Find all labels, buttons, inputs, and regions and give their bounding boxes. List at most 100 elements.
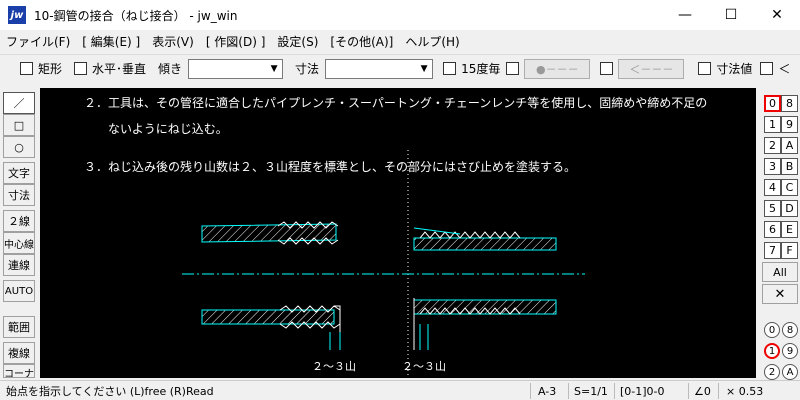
menu-bar: ファイル(F) [ 編集(E) ] 表示(V) [ 作図(D) ] 設定(S) …	[0, 30, 800, 52]
lower-right-pipe	[413, 298, 557, 350]
double-line-tool[interactable]: ２線	[3, 210, 35, 232]
chevron-down-icon[interactable]: ▼	[416, 60, 432, 78]
horiz-vert-checkbox[interactable]	[74, 62, 88, 75]
thread-count-label-left: ２～３山	[312, 360, 356, 373]
arrow-line-button[interactable]: ＜－－－	[618, 58, 685, 79]
menu-settings[interactable]: 設定(S)	[277, 33, 318, 50]
status-message: 始点を指示してください (L)free (R)Read	[6, 385, 214, 398]
layer-group-button-9[interactable]: 9	[782, 343, 798, 359]
dim-group: 寸法	[295, 60, 319, 77]
thread-count-label-right: ２～３山	[402, 360, 446, 373]
layer-button-f[interactable]: F	[781, 242, 798, 259]
layer-button-9[interactable]: 9	[781, 116, 798, 133]
chevron-down-icon[interactable]: ▼	[266, 60, 282, 78]
dim-value-label: 寸法値	[716, 62, 753, 76]
upper-right-pipe	[413, 227, 557, 251]
minimize-button[interactable]: —	[662, 0, 708, 30]
slope-label: 傾き	[158, 62, 183, 76]
lt-option[interactable]: ＜	[760, 60, 790, 77]
close-button[interactable]: ✕	[754, 0, 800, 30]
layer-button-3[interactable]: 3	[764, 158, 781, 175]
range-tool[interactable]: 範囲	[3, 316, 35, 338]
layer-button-b[interactable]: B	[781, 158, 798, 175]
dot-line-button[interactable]: ●－－－	[524, 58, 591, 79]
layer-button-a[interactable]: A	[781, 137, 798, 154]
layer-button-c[interactable]: C	[781, 179, 798, 196]
app-icon: jw	[8, 6, 26, 24]
layer-button-7[interactable]: 7	[764, 242, 781, 259]
scale-display[interactable]: S=1/1	[574, 383, 608, 399]
layer-display[interactable]: [0-1]0-0	[620, 383, 665, 399]
left-tool-panel: ／ □ ○ 文字 寸法 ２線 中心線 連線 AUTO 範囲 複線 コーナー	[0, 88, 38, 378]
layer-button-d[interactable]: D	[781, 200, 798, 217]
layer-button-2[interactable]: 2	[764, 137, 781, 154]
zoom-display[interactable]: × 0.53	[726, 383, 763, 399]
deg15-label: 15度毎	[461, 62, 501, 76]
rect-option[interactable]: 矩形	[20, 60, 62, 77]
maximize-button[interactable]: ☐	[708, 0, 754, 30]
dot-line-checkbox[interactable]	[506, 62, 520, 75]
drawing-canvas[interactable]: ２．工具は、その管径に適合したパイプレンチ・スーパートング・チェーンレンチ等を使…	[40, 88, 756, 378]
layer-group-button-1[interactable]: 1	[764, 343, 780, 359]
deg15-option[interactable]: 15度毎	[443, 60, 500, 77]
dim-value-option[interactable]: 寸法値	[698, 60, 752, 77]
status-divider	[530, 383, 531, 399]
dim-value-checkbox[interactable]	[698, 62, 712, 75]
status-bar: 始点を指示してください (L)free (R)Read A-3 S=1/1 [0…	[0, 380, 800, 400]
dim-combo[interactable]: ▼	[325, 58, 434, 79]
menu-view[interactable]: 表示(V)	[152, 33, 194, 50]
line-tool[interactable]: ／	[3, 92, 35, 114]
rect-checkbox[interactable]	[20, 62, 33, 75]
all-layers-button[interactable]: All	[762, 262, 798, 282]
circle-tool[interactable]: ○	[3, 136, 35, 158]
layer-panel: 0 8 1 9 2 A 3 B 4 C 5 D 6 E 7 F All ✕ 0 …	[760, 88, 800, 380]
corner-tool[interactable]: コーナー	[3, 364, 35, 378]
menu-draw[interactable]: [ 作図(D) ]	[206, 33, 266, 50]
lt-checkbox[interactable]	[760, 62, 774, 75]
menu-edit[interactable]: [ 編集(E) ]	[82, 33, 140, 50]
pipe-drawing	[182, 150, 585, 378]
layer-group-button-0[interactable]: 0	[764, 322, 780, 338]
window-controls: — ☐ ✕	[662, 0, 800, 30]
slope-group: 傾き	[158, 60, 182, 77]
horiz-vert-option[interactable]: 水平･垂直	[74, 60, 146, 77]
text-tool[interactable]: 文字	[3, 162, 35, 184]
menu-file[interactable]: ファイル(F)	[6, 33, 70, 50]
layer-button-1[interactable]: 1	[764, 116, 781, 133]
upper-left-pipe	[201, 221, 339, 245]
title-bar: jw 10-鋼管の接合（ねじ接合） - jw_win — ☐ ✕	[0, 0, 800, 30]
menu-other[interactable]: [その他(A)]	[330, 33, 393, 50]
lt-label: ＜	[778, 62, 791, 76]
offset-line-tool[interactable]: 複線	[3, 342, 35, 364]
layer-button-5[interactable]: 5	[764, 200, 781, 217]
connect-line-tool[interactable]: 連線	[3, 254, 35, 276]
layer-button-6[interactable]: 6	[764, 221, 781, 238]
layer-group-button-2[interactable]: 2	[764, 364, 780, 380]
deg15-checkbox[interactable]	[443, 62, 457, 75]
layer-group-button-8[interactable]: 8	[782, 322, 798, 338]
center-line-tool[interactable]: 中心線	[3, 232, 35, 254]
auto-tool[interactable]: AUTO	[3, 280, 35, 302]
status-divider	[718, 383, 719, 399]
rect-tool[interactable]: □	[3, 114, 35, 136]
status-divider	[614, 383, 615, 399]
layer-button-4[interactable]: 4	[764, 179, 781, 196]
window-title: 10-鋼管の接合（ねじ接合） - jw_win	[34, 8, 238, 23]
paper-size[interactable]: A-3	[538, 383, 556, 399]
layer-button-0[interactable]: 0	[764, 95, 781, 112]
menu-help[interactable]: ヘルプ(H)	[405, 33, 459, 50]
lower-left-pipe	[201, 305, 341, 350]
slope-combo[interactable]: ▼	[188, 58, 284, 79]
layer-button-8[interactable]: 8	[781, 95, 798, 112]
layer-button-e[interactable]: E	[781, 221, 798, 238]
arrow-line-checkbox[interactable]	[600, 62, 614, 75]
horiz-vert-label: 水平･垂直	[92, 62, 147, 76]
status-divider	[568, 383, 569, 399]
dimension-tool[interactable]: 寸法	[3, 184, 35, 206]
tool-options-bar: 矩形 水平･垂直 傾き ▼ 寸法 ▼ 15度毎 ●－－－ ＜－－－ 寸法値 ＜	[0, 54, 800, 82]
angle-display[interactable]: ∠0	[694, 383, 711, 399]
layer-group-button-a[interactable]: A	[782, 364, 798, 380]
dim-label: 寸法	[295, 62, 320, 76]
status-divider	[688, 383, 689, 399]
close-icon[interactable]: ✕	[762, 284, 798, 304]
